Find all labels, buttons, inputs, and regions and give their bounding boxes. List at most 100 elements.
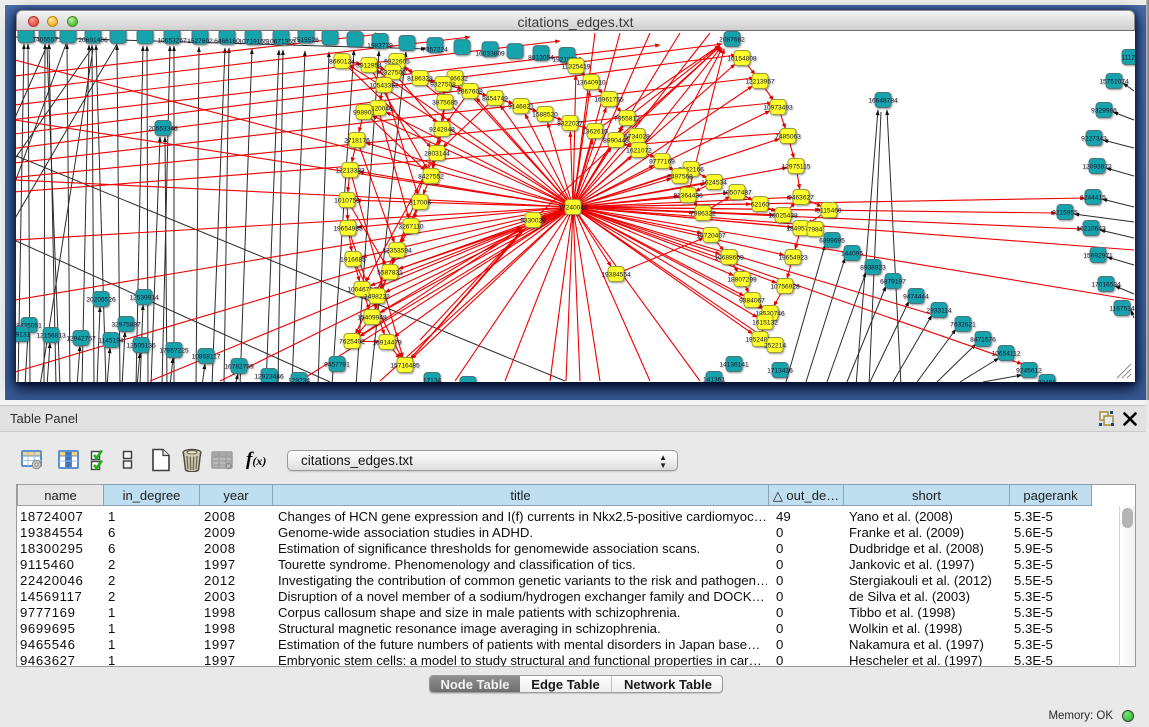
svg-text:20691406: 20691406 — [78, 37, 108, 44]
svg-text:19654923: 19654923 — [778, 254, 808, 261]
svg-text:12156813: 12156813 — [36, 332, 66, 339]
svg-text:129234: 129234 — [288, 377, 310, 382]
svg-text:10756928: 10756928 — [770, 283, 800, 290]
svg-text:1145194: 1145194 — [98, 337, 124, 344]
svg-text:8215955: 8215955 — [1052, 209, 1078, 216]
svg-text:9329986: 9329986 — [1091, 107, 1117, 114]
svg-text:17134: 17134 — [423, 377, 442, 382]
svg-text:1624534: 1624534 — [701, 179, 727, 186]
svg-text:14136141: 14136141 — [719, 361, 749, 368]
svg-text:7515526: 7515526 — [293, 37, 319, 44]
svg-text:3912954: 3912954 — [356, 62, 382, 69]
svg-text:39131: 39131 — [16, 331, 30, 338]
svg-text:7632621: 7632621 — [950, 321, 976, 328]
svg-text:10653267: 10653267 — [157, 38, 187, 45]
svg-text:9612: 9612 — [461, 381, 476, 382]
svg-text:8938923: 8938923 — [860, 264, 886, 271]
svg-text:9327500: 9327500 — [380, 69, 406, 76]
svg-text:20206526: 20206526 — [86, 296, 116, 303]
svg-text:10973493: 10973493 — [763, 104, 793, 111]
svg-text:9457791: 9457791 — [324, 361, 350, 368]
svg-text:11325419: 11325419 — [562, 63, 591, 70]
svg-text:1527602: 1527602 — [187, 38, 213, 45]
svg-text:12353594: 12353594 — [382, 247, 412, 254]
svg-text:1244415: 1244415 — [1080, 194, 1106, 201]
svg-text:2718176: 2718176 — [344, 137, 370, 144]
svg-text:10025438: 10025438 — [768, 212, 798, 219]
svg-text:141361: 141361 — [703, 376, 725, 382]
svg-text:16914479: 16914479 — [372, 339, 402, 346]
svg-text:144095: 144095 — [841, 250, 863, 257]
svg-text:1615132: 1615132 — [752, 319, 778, 326]
svg-text:10958117: 10958117 — [192, 353, 221, 360]
svg-text:20553346: 20553346 — [148, 125, 178, 132]
svg-text:12539914: 12539914 — [129, 294, 159, 301]
svg-text:16210643: 16210643 — [1076, 225, 1106, 232]
svg-text:15692971: 15692971 — [1083, 252, 1113, 259]
svg-text:5587831: 5587831 — [377, 269, 403, 276]
svg-text:17016534: 17016534 — [1091, 281, 1121, 288]
svg-text:13640910: 13640910 — [576, 79, 606, 86]
svg-text:16961755: 16961755 — [594, 96, 624, 103]
svg-text:9245612: 9245612 — [1016, 367, 1042, 374]
svg-text:12213382: 12213382 — [335, 167, 365, 174]
svg-text:10654112: 10654112 — [992, 350, 1021, 357]
svg-text:12505135: 12505135 — [126, 342, 156, 349]
svg-text:12213967: 12213967 — [745, 78, 775, 85]
svg-text:6899695: 6899695 — [819, 237, 845, 244]
svg-text:3267110: 3267110 — [398, 223, 424, 230]
svg-text:17957225: 17957225 — [159, 347, 189, 354]
svg-text:15751074: 15751074 — [1099, 78, 1129, 85]
svg-text:3875685: 3875685 — [432, 99, 458, 106]
svg-text:1362615: 1362615 — [582, 128, 608, 135]
svg-text:7485063: 7485063 — [775, 133, 801, 140]
svg-text:8427552: 8427552 — [418, 173, 444, 180]
svg-text:7625402: 7625402 — [339, 338, 365, 345]
svg-text:19384554: 19384554 — [601, 271, 631, 278]
svg-text:7955812: 7955812 — [614, 115, 640, 122]
svg-text:7986322: 7986322 — [690, 210, 716, 217]
svg-text:9327508: 9327508 — [430, 81, 456, 88]
svg-text:15716485: 15716485 — [390, 362, 420, 369]
svg-text:16648784: 16648784 — [868, 97, 898, 104]
svg-text:11123: 11123 — [1121, 54, 1135, 61]
svg-text:15720407: 15720407 — [696, 232, 726, 239]
svg-text:12975115: 12975115 — [782, 163, 811, 170]
svg-text:6734028: 6734028 — [624, 133, 650, 140]
svg-text:9146821: 9146821 — [508, 103, 534, 110]
svg-text:2867608: 2867608 — [457, 88, 483, 95]
svg-text:16154808: 16154808 — [727, 55, 757, 62]
svg-text:8471676: 8471676 — [970, 336, 996, 343]
svg-text:9884067: 9884067 — [739, 297, 765, 304]
svg-text:10543362: 10543362 — [369, 82, 399, 89]
svg-text:16033809: 16033809 — [475, 51, 505, 58]
svg-text:2933114: 2933114 — [926, 307, 952, 314]
svg-text:10688609: 10688609 — [714, 254, 744, 261]
svg-text:9227343: 9227343 — [1081, 135, 1107, 142]
svg-text:9330029: 9330029 — [520, 217, 546, 224]
svg-text:9463627: 9463627 — [788, 194, 814, 201]
svg-text:10671355: 10671355 — [266, 39, 296, 46]
svg-text:1010753: 1010753 — [334, 197, 360, 204]
svg-text:21364436: 21364436 — [673, 192, 703, 199]
svg-text:12093872: 12093872 — [1082, 163, 1112, 170]
svg-text:8813054: 8813054 — [528, 54, 554, 61]
svg-text:17240046: 17240046 — [558, 204, 588, 211]
svg-text:1588520: 1588520 — [532, 111, 558, 118]
svg-text:7984: 7984 — [808, 226, 823, 233]
svg-text:62160: 62160 — [751, 201, 770, 208]
svg-text:998901: 998901 — [353, 109, 375, 116]
svg-text:6466160: 6466160 — [214, 38, 240, 45]
svg-text:8660124: 8660124 — [329, 58, 355, 65]
svg-text:6879197: 6879197 — [880, 278, 906, 285]
svg-text:10719155: 10719155 — [238, 38, 268, 45]
svg-text:32975887: 32975887 — [111, 321, 141, 328]
svg-text:1498222: 1498222 — [364, 293, 390, 300]
svg-text:1621072: 1621072 — [626, 147, 652, 154]
svg-text:10507487: 10507487 — [722, 189, 752, 196]
svg-text:252214: 252214 — [764, 342, 786, 349]
svg-text:92456: 92456 — [1038, 379, 1057, 382]
svg-text:1167534: 1167534 — [1109, 305, 1135, 312]
svg-text:19654985: 19654985 — [333, 225, 363, 232]
svg-text:14055571: 14055571 — [32, 37, 62, 44]
